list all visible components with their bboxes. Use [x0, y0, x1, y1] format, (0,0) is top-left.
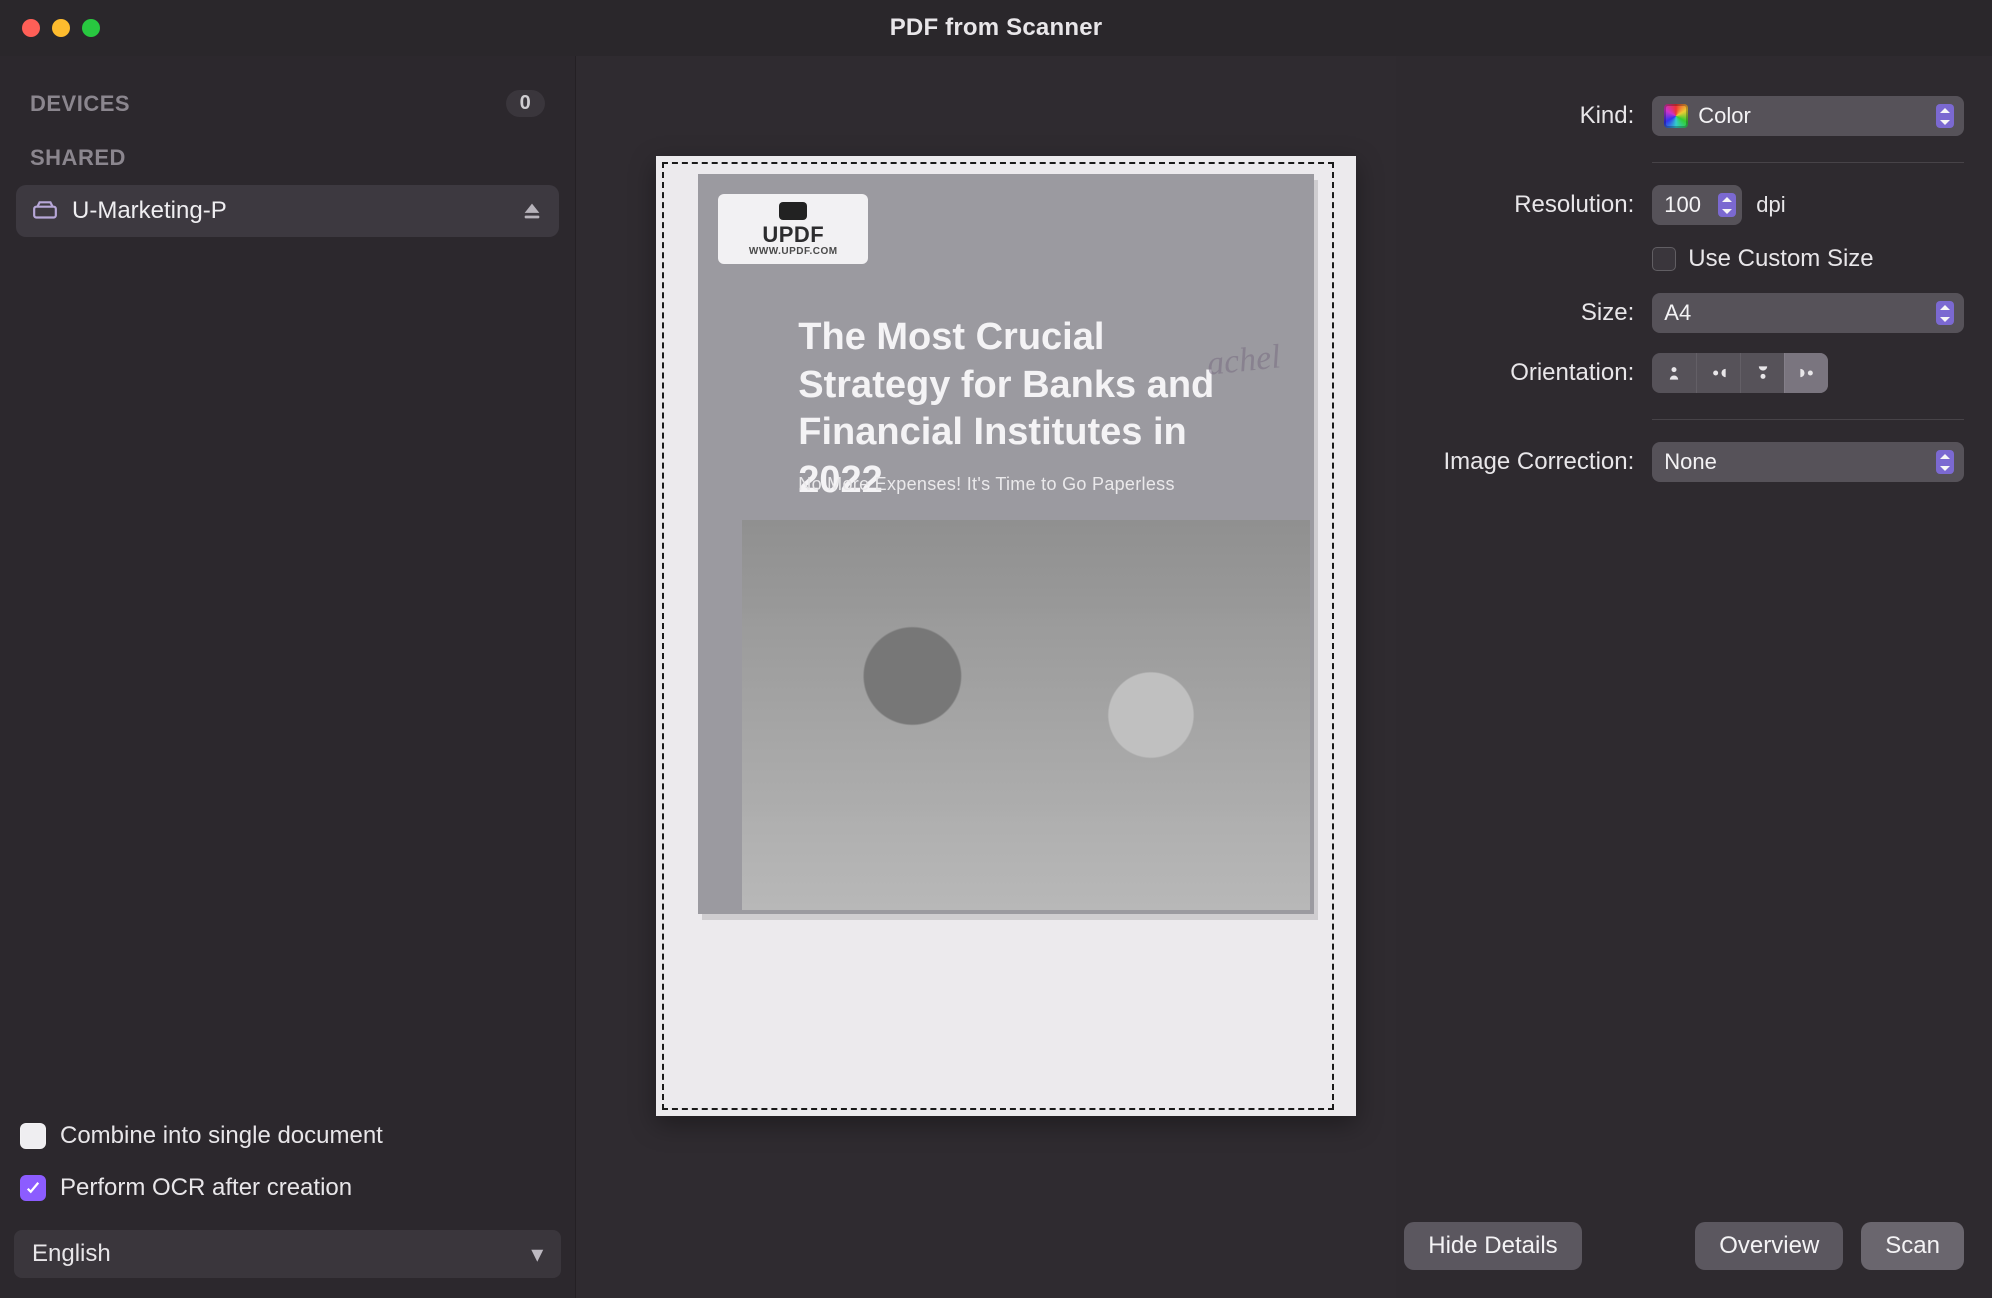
preview-pane: UPDF WWW.UPDF.COM The Most Crucial Strat… — [576, 56, 1396, 1298]
orientation-portrait-down[interactable] — [1740, 353, 1784, 393]
kind-label: Kind: — [1404, 102, 1634, 130]
popup-indicator-icon — [1936, 301, 1954, 325]
overview-button[interactable]: Overview — [1695, 1222, 1843, 1270]
hide-details-label: Hide Details — [1428, 1232, 1557, 1260]
chevron-down-icon: ▾ — [531, 1240, 543, 1269]
resolution-unit: dpi — [1756, 192, 1785, 218]
overview-label: Overview — [1719, 1232, 1819, 1260]
kind-row: Kind: Color — [1404, 96, 1964, 136]
resolution-value: 100 — [1664, 192, 1701, 218]
page-logo-text: UPDF — [762, 222, 824, 248]
scan-label: Scan — [1885, 1232, 1940, 1260]
scan-button[interactable]: Scan — [1861, 1222, 1964, 1270]
orientation-label: Orientation: — [1404, 359, 1634, 387]
size-row: Size: A4 — [1404, 293, 1964, 333]
orientation-segmented[interactable] — [1652, 353, 1828, 393]
devices-count-badge: 0 — [506, 90, 546, 117]
sidebar-section-shared: SHARED — [14, 127, 561, 181]
window-title: PDF from Scanner — [890, 14, 1103, 42]
resolution-row: Resolution: 100 dpi — [1404, 185, 1964, 225]
page-watermark: achel — [1205, 338, 1282, 383]
ocr-checkbox-label: Perform OCR after creation — [60, 1174, 352, 1202]
scanner-icon — [32, 200, 58, 222]
color-swatch-icon — [1664, 104, 1688, 128]
custom-size-row: Use Custom Size — [1404, 245, 1964, 273]
ocr-language-value: English — [32, 1240, 111, 1268]
orientation-portrait-up[interactable] — [1652, 353, 1696, 393]
sidebar-spacer — [14, 237, 561, 1110]
sidebar-device-name: U-Marketing-P — [72, 197, 507, 225]
scan-preview[interactable]: UPDF WWW.UPDF.COM The Most Crucial Strat… — [656, 156, 1356, 1116]
image-correction-select[interactable]: None — [1652, 442, 1964, 482]
use-custom-size-label: Use Custom Size — [1688, 245, 1873, 273]
window-controls — [22, 19, 100, 37]
close-window-button[interactable] — [22, 19, 40, 37]
minimize-window-button[interactable] — [52, 19, 70, 37]
use-custom-size-checkbox[interactable] — [1652, 247, 1676, 271]
page-photo — [742, 520, 1310, 910]
settings-pane: Kind: Color Resolution: 100 — [1396, 56, 1992, 1298]
image-correction-value: None — [1664, 449, 1717, 475]
titlebar: PDF from Scanner — [0, 0, 1992, 56]
page-logo: UPDF WWW.UPDF.COM — [718, 194, 868, 264]
combine-checkbox-row[interactable]: Combine into single document — [14, 1110, 561, 1162]
sidebar-section-devices-label: DEVICES — [30, 91, 130, 117]
size-label: Size: — [1404, 299, 1634, 327]
orientation-landscape-left[interactable] — [1784, 353, 1828, 393]
size-select[interactable]: A4 — [1652, 293, 1964, 333]
sidebar-section-devices: DEVICES 0 — [14, 80, 561, 127]
settings-divider-2 — [1652, 419, 1964, 420]
resolution-stepper[interactable]: 100 — [1652, 185, 1742, 225]
eject-icon[interactable] — [521, 200, 543, 222]
sidebar-device-item[interactable]: U-Marketing-P — [16, 185, 559, 237]
scanned-page: UPDF WWW.UPDF.COM The Most Crucial Strat… — [698, 174, 1314, 914]
stepper-arrows-icon[interactable] — [1718, 193, 1736, 217]
combine-checkbox[interactable] — [20, 1123, 46, 1149]
main: DEVICES 0 SHARED U-Marketing-P — [0, 56, 1992, 1298]
image-correction-row: Image Correction: None — [1404, 442, 1964, 482]
popup-indicator-icon — [1936, 450, 1954, 474]
kind-value: Color — [1698, 103, 1751, 129]
ocr-checkbox[interactable] — [20, 1175, 46, 1201]
zoom-window-button[interactable] — [82, 19, 100, 37]
ocr-language-select[interactable]: English ▾ — [14, 1230, 561, 1278]
popup-indicator-icon — [1936, 104, 1954, 128]
orientation-row: Orientation: — [1404, 353, 1964, 393]
page-subtitle: No More Expenses! It's Time to Go Paperl… — [798, 474, 1254, 495]
kind-select[interactable]: Color — [1652, 96, 1964, 136]
combine-checkbox-label: Combine into single document — [60, 1122, 383, 1150]
sidebar-section-shared-label: SHARED — [30, 145, 126, 171]
page-logo-sub: WWW.UPDF.COM — [749, 246, 838, 257]
orientation-landscape-right[interactable] — [1696, 353, 1740, 393]
image-correction-label: Image Correction: — [1404, 448, 1634, 476]
settings-divider — [1652, 162, 1964, 163]
size-value: A4 — [1664, 300, 1691, 326]
ocr-checkbox-row[interactable]: Perform OCR after creation — [14, 1162, 561, 1214]
logo-mark-icon — [779, 202, 807, 220]
resolution-label: Resolution: — [1404, 191, 1634, 219]
sidebar: DEVICES 0 SHARED U-Marketing-P — [0, 56, 576, 1298]
hide-details-button[interactable]: Hide Details — [1404, 1222, 1581, 1270]
footer: Hide Details Overview Scan — [1404, 1204, 1964, 1274]
